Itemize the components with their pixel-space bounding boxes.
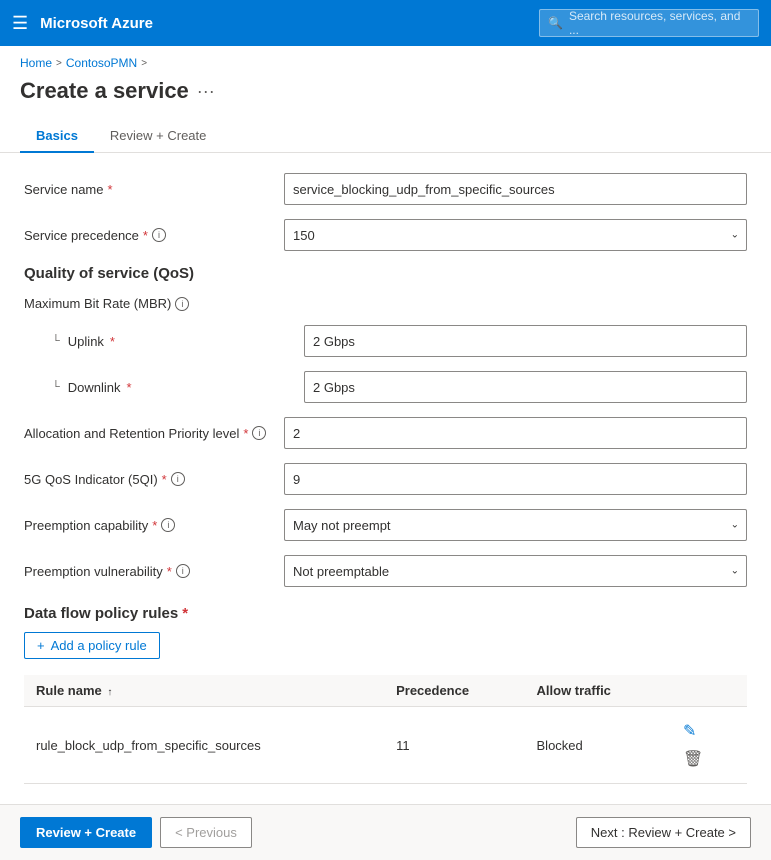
qos-indicator-label: 5G QoS Indicator (5QI) * i	[24, 472, 284, 487]
service-precedence-row: Service precedence * i 150 100 200 ⌄	[24, 219, 747, 251]
uplink-label: Uplink	[68, 334, 104, 349]
preemption-vuln-row: Preemption vulnerability * i Not preempt…	[24, 555, 747, 587]
qos-indicator-row: 5G QoS Indicator (5QI) * i	[24, 463, 747, 495]
service-name-input[interactable]	[284, 173, 747, 205]
preemption-cap-row: Preemption capability * i May not preemp…	[24, 509, 747, 541]
breadcrumb-sep-2: >	[141, 58, 147, 69]
delete-icon: 🗑	[683, 751, 703, 768]
sort-asc-icon[interactable]: ↑	[107, 687, 112, 698]
cell-actions: ✎ 🗑	[667, 707, 747, 784]
search-icon: 🔍	[548, 16, 563, 30]
tabs-container: Basics Review + Create	[0, 120, 771, 153]
previous-button[interactable]: < Previous	[160, 817, 252, 848]
bottom-bar: Review + Create < Previous Next : Review…	[0, 804, 771, 860]
preemption-vuln-select-wrapper: Not preemptable Preemptable ⌄	[284, 555, 747, 587]
service-name-label: Service name *	[24, 182, 284, 197]
cell-precedence: 11	[384, 707, 524, 784]
app-title: Microsoft Azure	[40, 15, 153, 32]
table-header: Rule name ↑ Precedence Allow traffic	[24, 675, 747, 707]
allocation-input[interactable]	[284, 417, 747, 449]
table-row: rule_block_udp_from_specific_sources 11 …	[24, 707, 747, 784]
allocation-info-icon[interactable]: i	[252, 426, 266, 440]
edit-icon: ✎	[683, 723, 696, 740]
next-button[interactable]: Next : Review + Create >	[576, 817, 751, 848]
tab-review-create[interactable]: Review + Create	[94, 120, 222, 153]
qos-indicator-info-icon[interactable]: i	[171, 472, 185, 486]
add-policy-rule-button[interactable]: + Add a policy rule	[24, 632, 160, 659]
preemption-cap-info-icon[interactable]: i	[161, 518, 175, 532]
cell-allow-traffic: Blocked	[525, 707, 667, 784]
service-precedence-required: *	[143, 228, 148, 243]
main-content: Service name * Service precedence * i 15…	[0, 153, 771, 804]
search-bar[interactable]: 🔍 Search resources, services, and ...	[539, 9, 759, 37]
add-policy-rule-label: Add a policy rule	[51, 638, 147, 653]
downlink-row: └ Downlink *	[44, 371, 747, 403]
preemption-cap-label: Preemption capability * i	[24, 518, 284, 533]
tab-basics[interactable]: Basics	[20, 120, 94, 153]
col-rule-name: Rule name ↑	[24, 675, 384, 707]
cell-rule-name: rule_block_udp_from_specific_sources	[24, 707, 384, 784]
mbr-label: Maximum Bit Rate (MBR) i	[24, 296, 284, 311]
hamburger-icon[interactable]: ☰	[12, 13, 28, 34]
uplink-row: └ Uplink *	[44, 325, 747, 357]
breadcrumb-contoso[interactable]: ContosoPMN	[66, 56, 137, 70]
breadcrumb-home[interactable]: Home	[20, 56, 52, 70]
mbr-row: Maximum Bit Rate (MBR) i	[24, 296, 747, 311]
policy-rules-heading: Data flow policy rules *	[24, 605, 747, 622]
service-name-required: *	[107, 182, 112, 197]
policy-rules-table: Rule name ↑ Precedence Allow traffic rul…	[24, 675, 747, 784]
uplink-input[interactable]	[304, 325, 747, 357]
service-precedence-info-icon[interactable]: i	[152, 228, 166, 242]
delete-rule-button[interactable]: 🗑	[679, 745, 707, 773]
page-title-ellipsis[interactable]: ···	[197, 81, 215, 102]
service-precedence-label: Service precedence * i	[24, 228, 284, 243]
downlink-input[interactable]	[304, 371, 747, 403]
topbar: ☰ Microsoft Azure 🔍 Search resources, se…	[0, 0, 771, 46]
page-title: Create a service	[20, 78, 189, 104]
service-precedence-select[interactable]: 150 100 200	[284, 219, 747, 251]
preemption-cap-select-wrapper: May not preempt May preempt ⌄	[284, 509, 747, 541]
add-icon: +	[37, 638, 45, 653]
allocation-label: Allocation and Retention Priority level …	[24, 426, 284, 441]
service-precedence-select-wrapper: 150 100 200 ⌄	[284, 219, 747, 251]
preemption-vuln-label: Preemption vulnerability * i	[24, 564, 284, 579]
qos-heading: Quality of service (QoS)	[24, 265, 747, 282]
qos-indicator-input[interactable]	[284, 463, 747, 495]
col-allow-traffic: Allow traffic	[525, 675, 667, 707]
downlink-label-wrapper: └ Downlink *	[44, 380, 304, 395]
review-create-button[interactable]: Review + Create	[20, 817, 152, 848]
allocation-row: Allocation and Retention Priority level …	[24, 417, 747, 449]
page-title-row: Create a service ···	[0, 74, 771, 120]
col-precedence: Precedence	[384, 675, 524, 707]
downlink-label: Downlink	[68, 380, 121, 395]
preemption-vuln-select[interactable]: Not preemptable Preemptable	[284, 555, 747, 587]
col-actions	[667, 675, 747, 707]
search-placeholder: Search resources, services, and ...	[569, 9, 750, 37]
policy-rules-required: *	[182, 605, 188, 622]
table-body: rule_block_udp_from_specific_sources 11 …	[24, 707, 747, 784]
service-name-row: Service name *	[24, 173, 747, 205]
mbr-info-icon[interactable]: i	[175, 297, 189, 311]
breadcrumb-sep-1: >	[56, 58, 62, 69]
edit-rule-button[interactable]: ✎	[679, 717, 700, 745]
breadcrumb: Home > ContosoPMN >	[0, 46, 771, 74]
preemption-cap-select[interactable]: May not preempt May preempt	[284, 509, 747, 541]
uplink-label-wrapper: └ Uplink *	[44, 334, 304, 349]
preemption-vuln-info-icon[interactable]: i	[176, 564, 190, 578]
